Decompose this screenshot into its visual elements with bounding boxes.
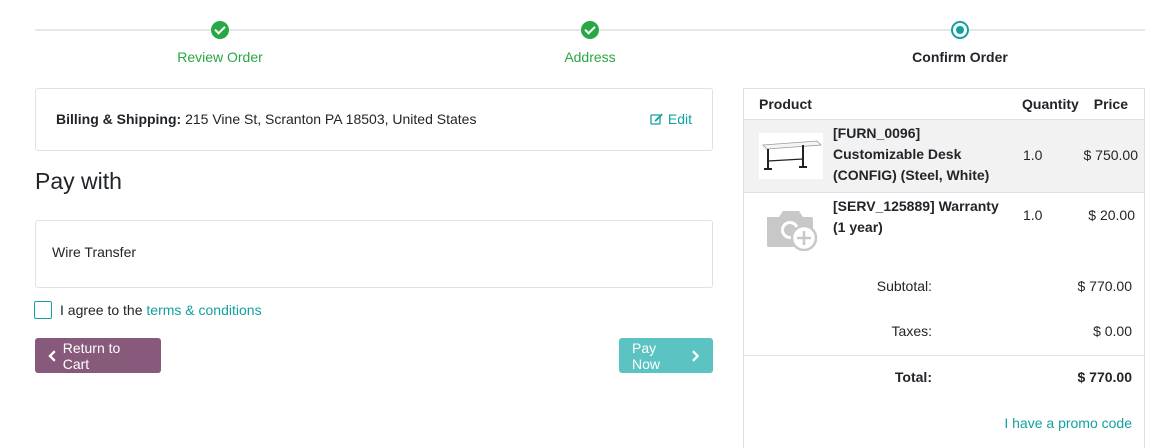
edit-label: Edit bbox=[667, 111, 692, 127]
agree-text: I agree to the bbox=[60, 302, 143, 318]
terms-checkbox[interactable] bbox=[34, 301, 52, 319]
summary-table-header: Product Quantity Price bbox=[744, 89, 1144, 120]
billing-shipping-address: Billing & Shipping: 215 Vine St, Scranto… bbox=[56, 111, 476, 127]
subtotal-label: Subtotal: bbox=[876, 278, 932, 294]
pay-now-label: Pay Now bbox=[632, 339, 661, 372]
table-row: [FURN_0096] Customizable Desk (CONFIG) (… bbox=[744, 120, 1144, 193]
check-circle-icon bbox=[211, 21, 229, 39]
payment-method-option[interactable]: Wire Transfer bbox=[35, 220, 713, 288]
pay-now-button[interactable]: Pay Now bbox=[619, 338, 713, 373]
product-name: [SERV_125889] Warranty (1 year) bbox=[833, 198, 999, 235]
edit-address-link[interactable]: Edit bbox=[650, 111, 692, 127]
terms-agreement: I agree to the terms & conditions bbox=[34, 301, 262, 319]
wizard-step-label: Address bbox=[564, 49, 616, 65]
order-summary: Product Quantity Price [FURN_0096] Custo… bbox=[743, 88, 1145, 448]
table-row: [SERV_125889] Warranty (1 year) 1.0 $ 20… bbox=[744, 193, 1144, 263]
return-to-cart-button[interactable]: Return to Cart bbox=[35, 338, 161, 373]
edit-icon bbox=[650, 113, 663, 125]
desk-image bbox=[759, 133, 823, 179]
check-circle-icon bbox=[581, 21, 599, 39]
quantity-column-header: Quantity bbox=[1022, 96, 1079, 112]
product-price: $ 750.00 bbox=[1083, 147, 1139, 163]
terms-conditions-link[interactable]: terms & conditions bbox=[146, 302, 261, 318]
billing-shipping-card: Billing & Shipping: 215 Vine St, Scranto… bbox=[35, 88, 713, 151]
taxes-label: Taxes: bbox=[891, 323, 932, 339]
pay-with-heading: Pay with bbox=[35, 168, 122, 194]
subtotal-value: $ 770.00 bbox=[1077, 278, 1133, 294]
promo-code-link[interactable]: I have a promo code bbox=[1004, 415, 1132, 431]
product-price: $ 20.00 bbox=[1088, 207, 1135, 223]
chevron-right-icon bbox=[692, 349, 700, 362]
return-to-cart-label: Return to Cart bbox=[62, 339, 121, 372]
chevron-left-icon bbox=[48, 349, 56, 362]
total-label: Total: bbox=[894, 369, 932, 385]
camera-placeholder-icon bbox=[767, 211, 818, 251]
total-value: $ 770.00 bbox=[1077, 369, 1133, 385]
wizard-step-label: Confirm Order bbox=[912, 49, 1008, 65]
product-column-header: Product bbox=[759, 96, 812, 112]
product-name: [FURN_0096] Customizable Desk (CONFIG) (… bbox=[833, 125, 990, 183]
billing-shipping-label: Billing & Shipping: bbox=[56, 111, 182, 127]
product-quantity: 1.0 bbox=[1023, 207, 1043, 223]
payment-method-label: Wire Transfer bbox=[52, 244, 137, 260]
price-column-header: Price bbox=[1093, 96, 1128, 112]
address-value: 215 Vine St, Scranton PA 18503, United S… bbox=[185, 111, 477, 127]
checkout-progress-wizard: Review Order Address Confirm Order bbox=[35, 18, 1145, 74]
current-step-dot-icon bbox=[951, 21, 969, 39]
taxes-value: $ 0.00 bbox=[1093, 323, 1132, 339]
wizard-step-label: Review Order bbox=[177, 49, 263, 65]
totals-divider bbox=[744, 355, 1144, 356]
product-quantity: 1.0 bbox=[1023, 147, 1043, 163]
